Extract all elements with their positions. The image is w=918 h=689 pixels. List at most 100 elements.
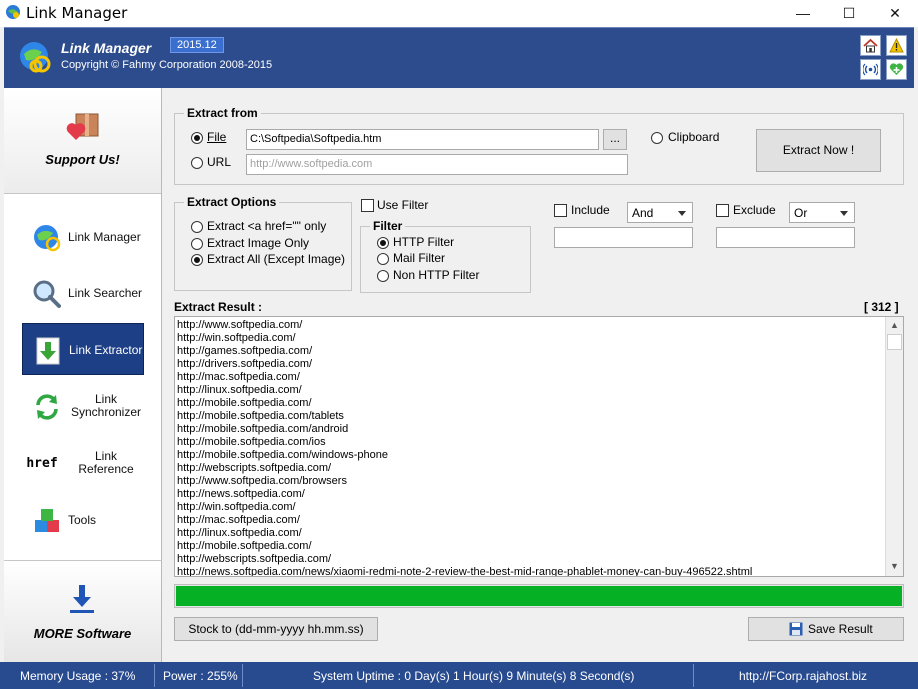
result-list[interactable]: http://www.softpedia.com/http://win.soft…	[174, 316, 904, 577]
magnifier-icon	[33, 280, 61, 308]
exclude-mode-value: Or	[794, 206, 808, 220]
extract-href-label: Extract <a href="" only	[207, 219, 327, 233]
result-line: http://webscripts.softpedia.com/	[177, 553, 332, 565]
extract-href-radio[interactable]	[191, 221, 203, 233]
url-radio[interactable]	[191, 157, 203, 169]
chevron-down-icon	[678, 211, 686, 216]
sidebar-item-tools[interactable]: Tools	[22, 494, 144, 546]
extract-image-radio[interactable]	[191, 238, 203, 250]
result-line: http://mac.softpedia.com/	[177, 371, 300, 383]
result-scrollbar[interactable]: ▲ ▼	[885, 317, 903, 576]
more-software-button[interactable]: MORE Software	[4, 560, 161, 662]
chevron-down-icon	[840, 211, 848, 216]
heart-plus-icon	[889, 63, 904, 75]
status-divider	[242, 664, 243, 687]
use-filter-checkbox[interactable]	[361, 199, 374, 212]
file-label: File	[207, 130, 227, 144]
header-title: Link Manager	[61, 40, 152, 56]
exclude-field[interactable]	[716, 227, 855, 248]
sidebar-item-link-extractor[interactable]: Link Extractor	[22, 323, 144, 375]
extract-image-label: Extract Image Only	[207, 236, 310, 250]
result-line: http://win.softpedia.com/	[177, 332, 296, 344]
http-filter-label: HTTP Filter	[393, 235, 455, 249]
power-status: Power : 255%	[163, 669, 238, 683]
non-http-filter-label: Non HTTP Filter	[393, 268, 480, 282]
broadcast-button[interactable]	[860, 59, 881, 80]
sidebar-item-label: Link Manager	[68, 229, 141, 244]
result-line: http://linux.softpedia.com/	[177, 527, 302, 539]
sidebar-item-link-manager[interactable]: Link Manager	[22, 211, 144, 263]
exclude-label: Exclude	[733, 203, 776, 217]
copyright-text: Copyright © Fahmy Corporation 2008-2015	[61, 59, 273, 71]
exclude-mode-select[interactable]: Or	[789, 202, 855, 223]
scroll-thumb[interactable]	[887, 334, 902, 350]
scroll-up-icon[interactable]: ▲	[886, 317, 903, 334]
sidebar-item-link-searcher[interactable]: Link Searcher	[22, 267, 144, 319]
progress-bar	[174, 584, 904, 608]
status-divider	[693, 664, 694, 687]
extract-options-title: Extract Options	[184, 195, 280, 209]
result-line: http://games.softpedia.com/	[177, 345, 313, 357]
maximize-button[interactable]: ☐	[826, 0, 872, 27]
mail-filter-radio[interactable]	[377, 253, 389, 265]
window-title: Link Manager	[26, 4, 128, 22]
clipboard-radio[interactable]	[651, 132, 663, 144]
filter-title: Filter	[370, 219, 406, 233]
version-badge: 2015.12	[170, 37, 224, 53]
result-line: http://www.softpedia.com/	[177, 319, 303, 331]
sidebar-item-label: Link Reference	[78, 449, 134, 476]
download-icon	[70, 585, 94, 613]
gift-heart-icon	[66, 113, 99, 140]
system-uptime: System Uptime : 0 Day(s) 1 Hour(s) 9 Min…	[313, 669, 635, 683]
extract-all-label: Extract All (Except Image)	[207, 252, 346, 266]
website-link[interactable]: http://FCorp.rajahost.biz	[739, 669, 867, 683]
file-path-field[interactable]: C:\Softpedia\Softpedia.htm	[246, 129, 599, 150]
support-us-button[interactable]: Support Us!	[4, 88, 161, 194]
result-line: http://mobile.softpedia.com/android	[177, 423, 349, 435]
extract-now-button[interactable]: Extract Now !	[756, 129, 881, 172]
extract-from-title: Extract from	[184, 106, 261, 120]
browse-button[interactable]: ...	[603, 129, 627, 150]
sync-arrows-icon	[36, 394, 58, 420]
extract-all-radio[interactable]	[191, 254, 203, 266]
http-filter-radio[interactable]	[377, 237, 389, 249]
exclude-checkbox[interactable]	[716, 204, 729, 217]
result-line: http://www.softpedia.com/browsers	[177, 475, 347, 487]
include-mode-select[interactable]: And	[627, 202, 693, 223]
result-line: http://mobile.softpedia.com/ios	[177, 436, 326, 448]
sidebar-item-link-synchronizer[interactable]: Link Synchronizer	[22, 380, 144, 432]
non-http-filter-radio[interactable]	[377, 270, 389, 282]
url-label: URL	[207, 155, 232, 169]
more-software-label: MORE Software	[33, 626, 132, 641]
file-radio[interactable]	[191, 132, 203, 144]
save-result-button[interactable]: Save Result	[748, 617, 904, 641]
about-button[interactable]	[886, 35, 907, 56]
sidebar-item-label: Link Searcher	[68, 285, 143, 300]
close-button[interactable]: ✕	[872, 0, 918, 27]
scroll-down-icon[interactable]: ▼	[886, 558, 903, 575]
extract-arrow-icon	[36, 337, 60, 365]
sidebar: Support Us! Link Manager Link Searcher L…	[4, 88, 162, 662]
include-checkbox[interactable]	[554, 204, 567, 217]
title-bar: Link Manager — ☐ ✕	[0, 0, 918, 27]
home-icon	[863, 38, 878, 53]
save-result-label: Save Result	[808, 622, 873, 636]
favorite-button[interactable]	[886, 59, 907, 80]
status-bar: Memory Usage : 37% Power : 255% System U…	[0, 662, 918, 689]
include-field[interactable]	[554, 227, 693, 248]
result-line: http://news.softpedia.com/	[177, 488, 305, 500]
result-line: http://webscripts.softpedia.com/	[177, 462, 332, 474]
mail-filter-label: Mail Filter	[393, 251, 446, 265]
result-label: Extract Result :	[174, 300, 263, 314]
url-field[interactable]: http://www.softpedia.com	[246, 154, 628, 175]
sidebar-item-label: Link Synchronizer	[70, 392, 142, 419]
support-us-label: Support Us!	[45, 152, 120, 167]
progress-fill	[176, 586, 902, 606]
home-button[interactable]	[860, 35, 881, 56]
minimize-button[interactable]: —	[780, 0, 826, 27]
memory-usage: Memory Usage : 37%	[20, 669, 136, 683]
stock-button[interactable]: Stock to (dd-mm-yyyy hh.mm.ss)	[174, 617, 378, 641]
sidebar-item-link-reference[interactable]: href Link Reference	[22, 437, 144, 489]
sidebar-item-label: Link Extractor	[69, 342, 143, 357]
result-line: http://mobile.softpedia.com/windows-phon…	[177, 449, 388, 461]
